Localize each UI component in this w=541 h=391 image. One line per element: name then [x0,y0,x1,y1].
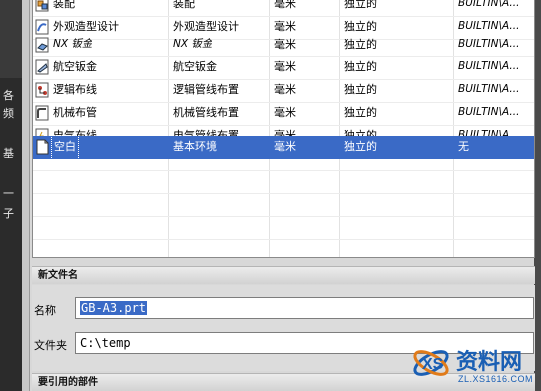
table-row[interactable]: NX 钣金 NX 钣金 毫米 独立的 BUILTIN\A... [33,34,534,57]
svg-text:XS: XS [422,356,444,373]
template-name: 装配 [53,0,75,10]
table-row[interactable]: 机械布管 机械管线布置 毫米 独立的 BUILTIN\A... [33,102,534,125]
template-name: 逻辑布线 [53,83,97,96]
template-type: NX 钣金 [173,38,213,50]
templates-table[interactable]: 装配 装配 毫米 独立的 BUILTIN\A... 外观造型设计 外观造型设计 … [32,0,535,258]
background-glyph: 基 [3,147,14,160]
template-relation: 独立的 [344,106,377,119]
table-row[interactable]: 航空钣金 航空钣金 毫米 独立的 BUILTIN\A... [33,56,534,79]
template-unit: 毫米 [274,60,296,73]
template-owner: BUILTIN\A... [458,60,520,72]
template-type: 逻辑管线布置 [173,83,239,96]
template-unit: 毫米 [274,83,296,96]
template-owner: BUILTIN\A... [458,0,520,9]
background-glyph: 频 [3,107,14,120]
background-glyph: 各 [3,89,14,102]
template-name: 航空钣金 [53,60,97,73]
template-type: 装配 [173,0,195,10]
background-app-strip: 各 频 基 一 子 [0,0,22,391]
template-type: 航空钣金 [173,60,217,73]
logical-routing-icon [35,82,49,98]
template-owner: BUILTIN\A... [458,38,520,50]
sheet-metal-icon [35,37,49,53]
background-app-panel [0,78,22,391]
template-name: NX 钣金 [53,38,93,50]
background-glyph: 一 [3,187,14,200]
blank-icon [36,139,49,155]
new-file-section-header[interactable]: 新文件名 [32,266,535,284]
mechanical-routing-icon [35,105,49,121]
template-unit: 毫米 [274,0,296,10]
table-row[interactable]: 逻辑布线 逻辑管线布置 毫米 独立的 BUILTIN\A... [33,79,534,102]
template-relation: 独立的 [344,38,377,51]
shape-studio-icon [35,19,49,35]
template-owner: BUILTIN\A... [458,83,520,95]
watermark-text: 资料网 [456,350,523,375]
template-unit: 毫米 [274,106,296,119]
watermark-url: ZL.XS1616.COM [458,374,534,384]
table-row-selected[interactable]: 空白 基本环境 毫米 独立的 无 [33,135,534,160]
template-name: 空白 [51,135,79,160]
table-row[interactable]: 装配 装配 毫米 独立的 BUILTIN\A... [33,0,534,16]
template-relation: 独立的 [344,60,377,73]
name-input[interactable]: GB-A3.prt [75,297,534,319]
template-type: 基本环境 [173,140,217,153]
background-glyph: 子 [3,207,14,220]
template-owner: 无 [458,140,469,153]
watermark: XS 资料网 ZL.XS1616.COM [408,340,541,391]
folder-input-value: C:\temp [80,336,131,350]
assembly-icon [35,0,49,12]
folder-label: 文件夹 [34,339,67,352]
template-unit: 毫米 [274,140,296,153]
template-type: 机械管线布置 [173,106,239,119]
name-input-value: GB-A3.prt [80,301,148,315]
template-relation: 独立的 [344,0,377,10]
template-relation: 独立的 [344,83,377,96]
template-unit: 毫米 [274,38,296,51]
watermark-logo-icon: XS [413,350,449,376]
aero-sheet-metal-icon [35,59,49,75]
template-relation: 独立的 [344,140,377,153]
template-owner: BUILTIN\A... [458,106,520,118]
new-file-dialog: 装配 装配 毫米 独立的 BUILTIN\A... 外观造型设计 外观造型设计 … [22,0,541,391]
name-label: 名称 [34,304,56,317]
template-name: 机械布管 [53,106,97,119]
